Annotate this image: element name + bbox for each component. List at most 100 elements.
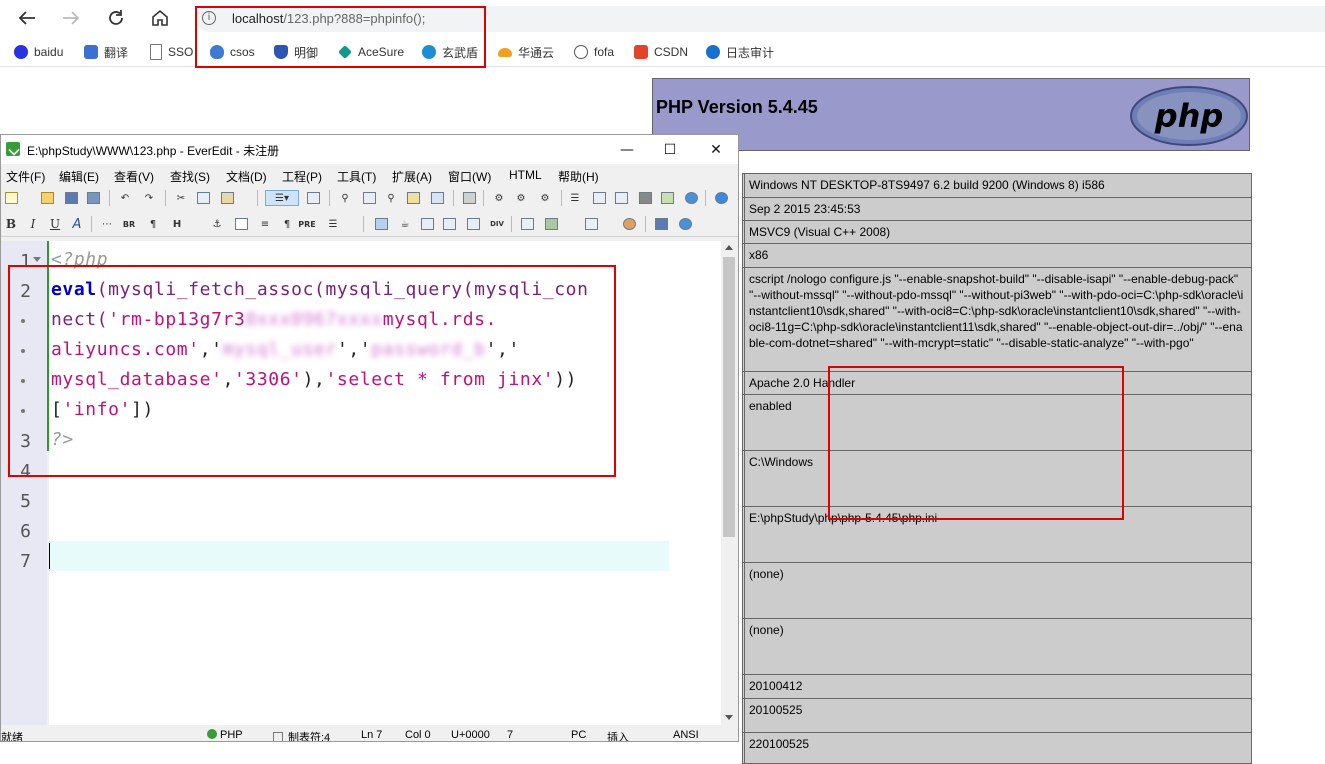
menu-extensions[interactable]: 扩展(A) (392, 168, 432, 185)
find-icon[interactable]: ⚲ (337, 190, 353, 206)
status-insert-mode[interactable]: 插入 (607, 729, 629, 741)
split-view-icon[interactable] (591, 190, 607, 206)
vertical-scrollbar[interactable] (721, 241, 737, 725)
undo-icon[interactable]: ↶ (117, 190, 133, 206)
bookmark-fofa[interactable]: fofa (574, 43, 614, 61)
list-icon[interactable]: ☰ (325, 216, 341, 232)
bookmark-baidu[interactable]: baidu (14, 43, 63, 61)
mark-icon[interactable] (429, 190, 445, 206)
bookmark-acesure[interactable]: AceSure (338, 43, 404, 61)
redacted-text: 0xxx0967xxxx (245, 309, 383, 330)
maximize-button[interactable]: ☐ (647, 135, 693, 164)
menu-window[interactable]: 窗口(W) (448, 168, 491, 185)
document-outline-icon[interactable] (305, 190, 321, 206)
fold-toggle-icon[interactable] (33, 257, 41, 262)
find-in-files-icon[interactable]: ⚲ (383, 190, 399, 206)
paragraph-button[interactable]: ¶ (145, 216, 161, 232)
php-logo: php (1130, 86, 1248, 146)
bold-button[interactable]: B (3, 216, 19, 232)
cut-icon[interactable]: ✂ (173, 190, 189, 206)
redo-icon[interactable]: ↷ (141, 190, 157, 206)
menu-tools[interactable]: 工具(T) (337, 168, 376, 185)
menu-file[interactable]: 文件(F) (6, 168, 45, 185)
color-picker-icon[interactable] (621, 216, 637, 232)
address-url[interactable]: localhost/123.php?888=phpinfo(); (232, 11, 425, 26)
pre-button[interactable]: PRE (298, 216, 316, 232)
br-button[interactable]: BR (121, 216, 137, 232)
status-language[interactable]: PHP (207, 729, 243, 741)
bookmark-translate[interactable]: 翻译 (84, 43, 128, 61)
pilcrow-icon[interactable]: ¶ (279, 216, 295, 232)
hr-icon[interactable]: ⋯ (99, 216, 115, 232)
forward-button[interactable] (58, 6, 84, 30)
menu-view[interactable]: 查看(V) (114, 168, 154, 185)
save-icon[interactable] (63, 190, 79, 206)
picture-icon[interactable] (543, 216, 559, 232)
frame-icon[interactable] (519, 216, 535, 232)
back-button[interactable] (14, 6, 40, 30)
anchor-button[interactable]: A (69, 216, 85, 232)
bookmark-csos[interactable]: csos (210, 43, 255, 61)
info-icon[interactable]: i (202, 11, 216, 25)
macro-play-icon[interactable]: ⚙ (513, 190, 529, 206)
menu-project[interactable]: 工程(P) (282, 168, 322, 185)
bookmark-mingyu[interactable]: 明御 (274, 43, 318, 61)
image-icon[interactable] (373, 216, 389, 232)
comment-icon[interactable]: ☕ (397, 216, 413, 232)
menu-edit[interactable]: 编辑(E) (59, 168, 99, 185)
open-file-icon[interactable] (39, 190, 55, 206)
html-preview-icon[interactable] (653, 216, 669, 232)
scroll-up-icon[interactable] (725, 245, 733, 250)
menu-html[interactable]: HTML (509, 168, 542, 182)
code-editor[interactable]: <?php eval(mysqli_fetch_assoc(mysqli_que… (49, 241, 721, 725)
bookmark-huatongyun[interactable]: 华通云 (498, 43, 554, 61)
paste-icon[interactable] (219, 190, 235, 206)
code-string: '3306' (234, 369, 303, 390)
macro-settings-icon[interactable]: ⚙ (537, 190, 553, 206)
list-icon[interactable]: ☰ (567, 190, 583, 206)
scroll-thumb[interactable] (723, 257, 735, 537)
help-icon[interactable] (713, 190, 729, 206)
bookmark-log-audit[interactable]: 日志审计 (706, 43, 774, 61)
italic-button[interactable]: I (25, 216, 41, 232)
bookmark-xuanwudun[interactable]: 玄武盾 (422, 43, 478, 61)
minimize-button[interactable]: — (604, 135, 650, 164)
snippets-icon[interactable] (659, 190, 675, 206)
anchor-link-icon[interactable]: ⚓ (209, 216, 225, 232)
home-button[interactable] (147, 6, 173, 30)
replace-icon[interactable] (361, 190, 377, 206)
save-all-icon[interactable] (85, 190, 101, 206)
browser-preview-icon[interactable] (683, 190, 699, 206)
wrap-mode-icon[interactable]: ☰▾ (265, 190, 299, 206)
menu-document[interactable]: 文档(D) (226, 168, 267, 185)
macro-record-icon[interactable]: ⚙ (491, 190, 507, 206)
menu-search[interactable]: 查找(S) (170, 168, 210, 185)
address-bar[interactable]: i localhost/123.php?888=phpinfo(); (196, 6, 1325, 32)
div-button[interactable]: DIV (489, 216, 505, 232)
output-window-icon[interactable] (637, 190, 653, 206)
bookmark-sso[interactable]: SSO (150, 43, 193, 61)
heading-button[interactable]: H (169, 216, 185, 232)
form-icon[interactable] (419, 216, 435, 232)
close-button[interactable]: ✕ (693, 135, 738, 164)
select-icon[interactable] (465, 216, 481, 232)
status-tab-size[interactable]: 制表符:4 (273, 729, 330, 741)
input-icon[interactable] (441, 216, 457, 232)
copy-icon[interactable] (195, 190, 211, 206)
underline-button[interactable]: U (47, 216, 63, 232)
find-next-icon[interactable] (405, 190, 421, 206)
globe-icon[interactable] (677, 216, 693, 232)
menu-help[interactable]: 帮助(H) (558, 168, 599, 185)
reload-button[interactable] (103, 6, 129, 30)
textarea-icon[interactable] (583, 216, 599, 232)
table-icon[interactable] (233, 216, 249, 232)
bookmark-csdn[interactable]: CSDN (634, 43, 688, 61)
status-encoding[interactable]: ANSI (673, 729, 699, 741)
scroll-down-icon[interactable] (725, 715, 733, 720)
align-icon[interactable]: ≡ (257, 216, 273, 232)
new-file-icon[interactable] (3, 190, 19, 206)
sidebar-toggle-icon[interactable] (613, 190, 629, 206)
status-eol[interactable]: PC (571, 729, 586, 741)
column-mode-icon[interactable] (461, 190, 477, 206)
title-bar[interactable]: E:\phpStudy\WWW\123.php - EverEdit - 未注册… (1, 135, 738, 164)
